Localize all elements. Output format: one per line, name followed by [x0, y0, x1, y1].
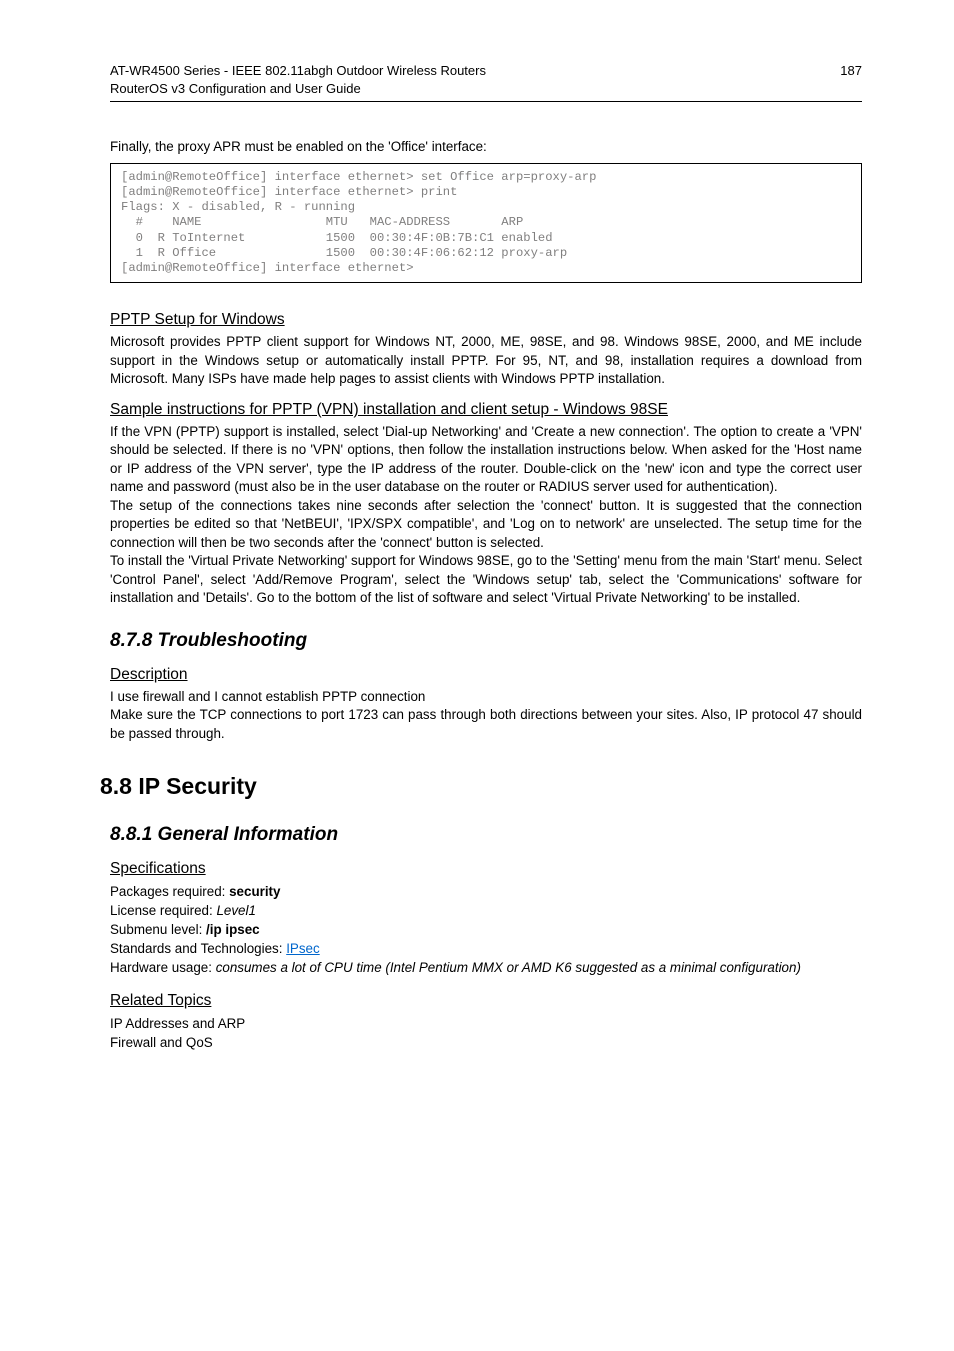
spec-standards: Standards and Technologies: IPsec — [110, 939, 862, 958]
spec-pkg-value: security — [229, 884, 280, 899]
spec-lic-value: Level1 — [216, 903, 255, 918]
spec-sub-label: Submenu level: — [110, 922, 206, 937]
heading-troubleshooting: 8.7.8 Troubleshooting — [110, 630, 862, 652]
heading-specifications: Specifications — [110, 860, 862, 878]
spec-std-label: Standards and Technologies: — [110, 941, 286, 956]
related-2: Firewall and QoS — [110, 1033, 862, 1052]
sample-para1: If the VPN (PPTP) support is installed, … — [110, 423, 862, 497]
page-header: AT-WR4500 Series - IEEE 802.11abgh Outdo… — [110, 62, 862, 97]
spec-hw-value: consumes a lot of CPU time (Intel Pentiu… — [216, 960, 801, 975]
header-rule — [110, 101, 862, 102]
heading-description: Description — [110, 666, 862, 684]
sample-para3: To install the 'Virtual Private Networki… — [110, 552, 862, 608]
header-line1: AT-WR4500 Series - IEEE 802.11abgh Outdo… — [110, 62, 486, 80]
spec-pkg-label: Packages required: — [110, 884, 229, 899]
spec-license: License required: Level1 — [110, 901, 862, 920]
sample-para2: The setup of the connections takes nine … — [110, 497, 862, 553]
page-container: AT-WR4500 Series - IEEE 802.11abgh Outdo… — [0, 0, 954, 1112]
code-block: [admin@RemoteOffice] interface ethernet>… — [110, 163, 862, 284]
header-title-block: AT-WR4500 Series - IEEE 802.11abgh Outdo… — [110, 62, 486, 97]
header-line2: RouterOS v3 Configuration and User Guide — [110, 80, 486, 98]
heading-sample-instructions: Sample instructions for PPTP (VPN) insta… — [110, 401, 862, 419]
spec-hw-label: Hardware usage: — [110, 960, 216, 975]
heading-pptp-setup: PPTP Setup for Windows — [110, 311, 862, 329]
spec-sub-value: /ip ipsec — [206, 922, 260, 937]
trouble-line1: I use firewall and I cannot establish PP… — [110, 688, 862, 707]
ipsec-link[interactable]: IPsec — [286, 941, 320, 956]
pptp-paragraph: Microsoft provides PPTP client support f… — [110, 333, 862, 389]
spec-hardware: Hardware usage: consumes a lot of CPU ti… — [110, 958, 862, 977]
page-number: 187 — [840, 62, 862, 80]
heading-related-topics: Related Topics — [110, 992, 862, 1010]
spec-submenu: Submenu level: /ip ipsec — [110, 920, 862, 939]
trouble-line2: Make sure the TCP connections to port 17… — [110, 706, 862, 743]
spec-lic-label: License required: — [110, 903, 216, 918]
spec-packages: Packages required: security — [110, 882, 862, 901]
intro-line: Finally, the proxy APR must be enabled o… — [110, 138, 862, 157]
heading-ip-security: 8.8 IP Security — [100, 773, 862, 800]
heading-general-info: 8.8.1 General Information — [110, 824, 862, 846]
related-1: IP Addresses and ARP — [110, 1014, 862, 1033]
